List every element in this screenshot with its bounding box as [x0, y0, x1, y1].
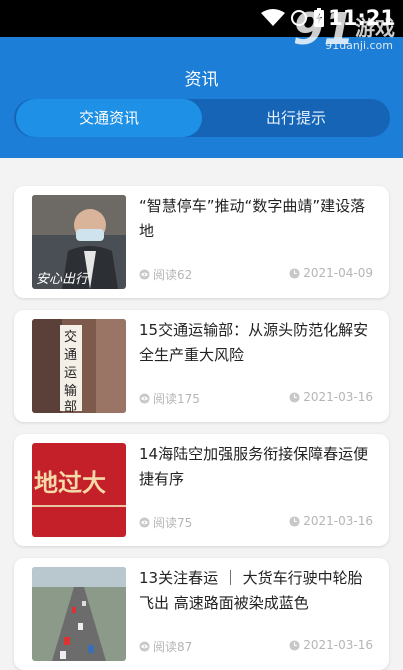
- publish-date-text: 2021-04-09: [303, 266, 373, 280]
- news-title: “智慧停车”推动“数字曲靖”建设落地: [139, 197, 366, 240]
- eye-icon: [139, 393, 150, 404]
- svg-text:安心出行: 安心出行: [36, 272, 90, 287]
- news-title: 15交通运输部：从源头防范化解安全生产重大风险: [139, 321, 369, 364]
- watermark-logo: 91 游戏 91danji.com: [289, 4, 399, 55]
- clock-icon: [289, 639, 300, 651]
- watermark-title: 游戏: [355, 16, 395, 40]
- publish-date: 2021-04-09: [289, 266, 373, 280]
- read-count: 阅读75: [139, 514, 192, 531]
- publish-date: 2021-03-16: [289, 638, 373, 652]
- header: 资讯 交通资讯 出行提示: [0, 37, 403, 158]
- eye-icon: [139, 641, 150, 652]
- tab-travel-tips[interactable]: 出行提示: [202, 99, 390, 137]
- publish-date-text: 2021-03-16: [303, 390, 373, 404]
- wifi-icon: [261, 9, 285, 26]
- news-thumbnail: 地过大: [32, 443, 126, 537]
- svg-text:交通运输部: 交通运输部: [64, 329, 77, 413]
- tab-bar: 交通资讯 出行提示: [14, 99, 390, 137]
- read-count-text: 阅读175: [153, 392, 200, 406]
- news-thumbnail: 安心出行: [32, 195, 126, 289]
- publish-date: 2021-03-16: [289, 514, 373, 528]
- clock-icon: [289, 391, 300, 403]
- news-title: 13关注春运 ｜ 大货车行驶中轮胎飞出 高速路面被染成蓝色: [139, 569, 363, 612]
- page-title: 资讯: [184, 70, 219, 90]
- clock-icon: [289, 515, 300, 527]
- read-count-text: 阅读87: [153, 640, 193, 654]
- read-count-text: 阅读75: [153, 516, 193, 530]
- eye-icon: [139, 269, 150, 280]
- svg-text:地过大: 地过大: [34, 469, 106, 497]
- publish-date-text: 2021-03-16: [303, 514, 373, 528]
- news-card[interactable]: 安心出行 “智慧停车”推动“数字曲靖”建设落地 阅读62 2021-04-09: [14, 186, 389, 298]
- read-count-text: 阅读62: [153, 268, 193, 282]
- read-count: 阅读62: [139, 266, 192, 283]
- news-card[interactable]: 地过大 14海陆空加强服务衔接保障春运便捷有序 阅读75 2021-03-16: [14, 434, 389, 546]
- eye-icon: [139, 517, 150, 528]
- watermark-site: 91danji.com: [325, 39, 393, 52]
- clock-icon: [289, 267, 300, 279]
- news-card[interactable]: 13关注春运 ｜ 大货车行驶中轮胎飞出 高速路面被染成蓝色 阅读87 2021-…: [14, 558, 389, 670]
- publish-date-text: 2021-03-16: [303, 638, 373, 652]
- read-count: 阅读87: [139, 638, 192, 655]
- news-card[interactable]: 交通运输部 15交通运输部：从源头防范化解安全生产重大风险 阅读175 2021…: [14, 310, 389, 422]
- tab-traffic-news[interactable]: 交通资讯: [16, 99, 202, 137]
- news-thumbnail: 交通运输部: [32, 319, 126, 413]
- news-thumbnail: [32, 567, 126, 661]
- news-title: 14海陆空加强服务衔接保障春运便捷有序: [139, 445, 369, 488]
- read-count: 阅读175: [139, 390, 200, 407]
- publish-date: 2021-03-16: [289, 390, 373, 404]
